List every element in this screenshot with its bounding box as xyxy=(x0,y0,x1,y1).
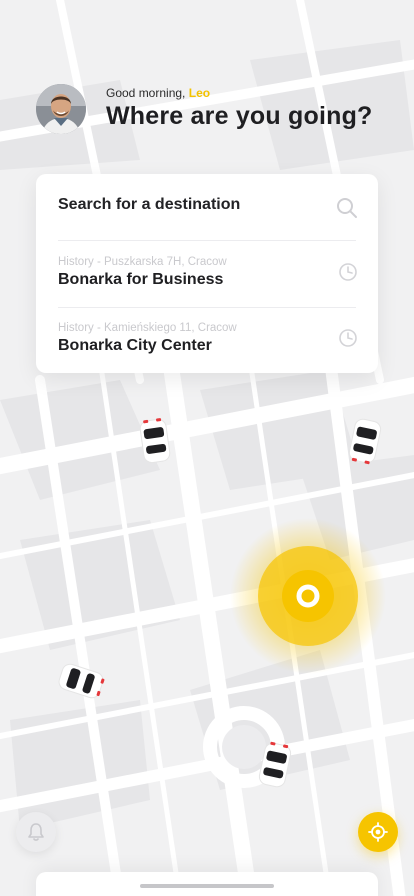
page-title: Where are you going? xyxy=(106,102,373,130)
bell-icon xyxy=(28,823,44,841)
locate-me-icon xyxy=(368,822,388,842)
bottom-sheet[interactable] xyxy=(36,872,378,896)
history-item[interactable]: History - Kamieńskiego 11, Cracow Bonark… xyxy=(58,322,358,372)
clock-icon xyxy=(339,263,357,281)
avatar[interactable] xyxy=(36,84,86,134)
history-address: History - Kamieńskiego 11, Cracow xyxy=(58,322,237,334)
car-icon xyxy=(139,418,171,464)
greeting-text: Good morning, Leo xyxy=(106,86,210,100)
user-name: Leo xyxy=(188,86,211,100)
greeting-header: Good morning, Leo Where are you going? xyxy=(36,84,394,140)
history-place: Bonarka for Business xyxy=(58,271,224,288)
history-place: Bonarka City Center xyxy=(58,337,212,354)
locate-me-button[interactable] xyxy=(358,812,398,852)
clock-icon xyxy=(339,329,357,347)
history-item[interactable]: History - Puszkarska 7H, Cracow Bonarka … xyxy=(58,256,358,306)
search-bar[interactable] xyxy=(58,196,358,220)
search-card: History - Puszkarska 7H, Cracow Bonarka … xyxy=(36,174,378,373)
history-address: History - Puszkarska 7H, Cracow xyxy=(58,256,227,268)
current-location-pin-icon[interactable] xyxy=(228,516,388,676)
greeting-label: Good morning, xyxy=(106,86,186,100)
search-icon[interactable] xyxy=(336,197,358,219)
search-input[interactable] xyxy=(58,196,318,214)
divider xyxy=(58,240,356,241)
notifications-button[interactable] xyxy=(16,812,56,852)
avatar-portrait xyxy=(36,84,86,134)
sheet-drag-handle[interactable] xyxy=(140,884,274,888)
divider xyxy=(58,307,356,308)
